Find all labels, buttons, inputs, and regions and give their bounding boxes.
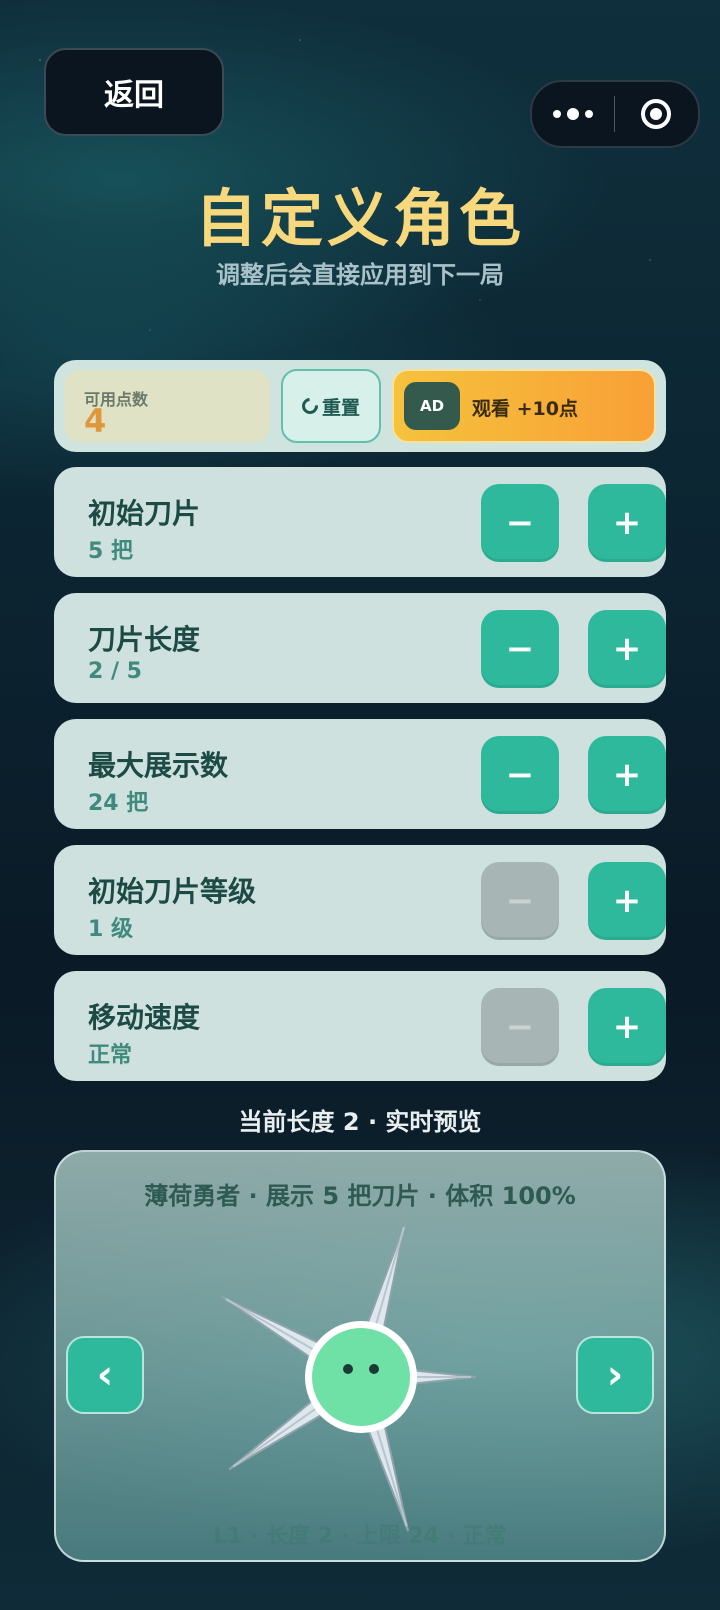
- watch-ad-label: 观看 +10点: [472, 398, 578, 420]
- decrease-button-disabled: −: [481, 862, 559, 940]
- stat-value: 2 / 5: [88, 659, 142, 684]
- increase-button[interactable]: +: [588, 736, 666, 814]
- prev-skin-button[interactable]: ‹: [66, 1336, 144, 1414]
- stat-name: 初始刀片等级: [88, 875, 257, 908]
- decrease-button[interactable]: −: [481, 736, 559, 814]
- stat-name: 初始刀片: [88, 497, 201, 530]
- ad-badge: AD: [404, 382, 460, 430]
- increase-button[interactable]: +: [588, 862, 666, 940]
- decrease-button[interactable]: −: [481, 610, 559, 688]
- preview-panel: [54, 1150, 666, 1562]
- character-preview: [221, 1221, 477, 1532]
- decrease-button[interactable]: −: [481, 484, 559, 562]
- stat-name: 最大展示数: [88, 749, 229, 782]
- stat-value: 24 把: [88, 791, 149, 816]
- back-button[interactable]: 返回: [44, 48, 224, 136]
- stat-name: 刀片长度: [88, 623, 201, 656]
- points-value: 4: [84, 402, 107, 440]
- character-eye: [343, 1364, 353, 1374]
- preview-info: 薄荷勇者 · 展示 5 把刀片 · 体积 100%: [144, 1182, 576, 1210]
- mini-program-capsule: [530, 80, 700, 148]
- reset-button[interactable]: 重置: [281, 369, 381, 443]
- stat-value: 正常: [88, 1043, 133, 1068]
- increase-button[interactable]: +: [588, 988, 666, 1066]
- character-body: [312, 1328, 410, 1426]
- increase-button[interactable]: +: [588, 484, 666, 562]
- character-eye: [369, 1364, 379, 1374]
- preview-caption: 当前长度 2 · 实时预览: [238, 1108, 482, 1136]
- stat-value: 1 级: [88, 917, 133, 942]
- page-title: 自定义角色: [194, 182, 525, 255]
- next-skin-button[interactable]: ›: [576, 1336, 654, 1414]
- reset-icon: [298, 394, 322, 418]
- more-dots-icon[interactable]: [532, 108, 614, 120]
- target-icon[interactable]: [615, 99, 697, 129]
- increase-button[interactable]: +: [588, 610, 666, 688]
- stat-name: 移动速度: [88, 1001, 201, 1034]
- page-subtitle: 调整后会直接应用到下一局: [216, 261, 504, 289]
- preview-footer: L1 · 长度 2 · 上限 24 · 正常: [213, 1524, 507, 1549]
- stat-value: 5 把: [88, 539, 133, 564]
- decrease-button-disabled: −: [481, 988, 559, 1066]
- reset-label: 重置: [321, 396, 360, 419]
